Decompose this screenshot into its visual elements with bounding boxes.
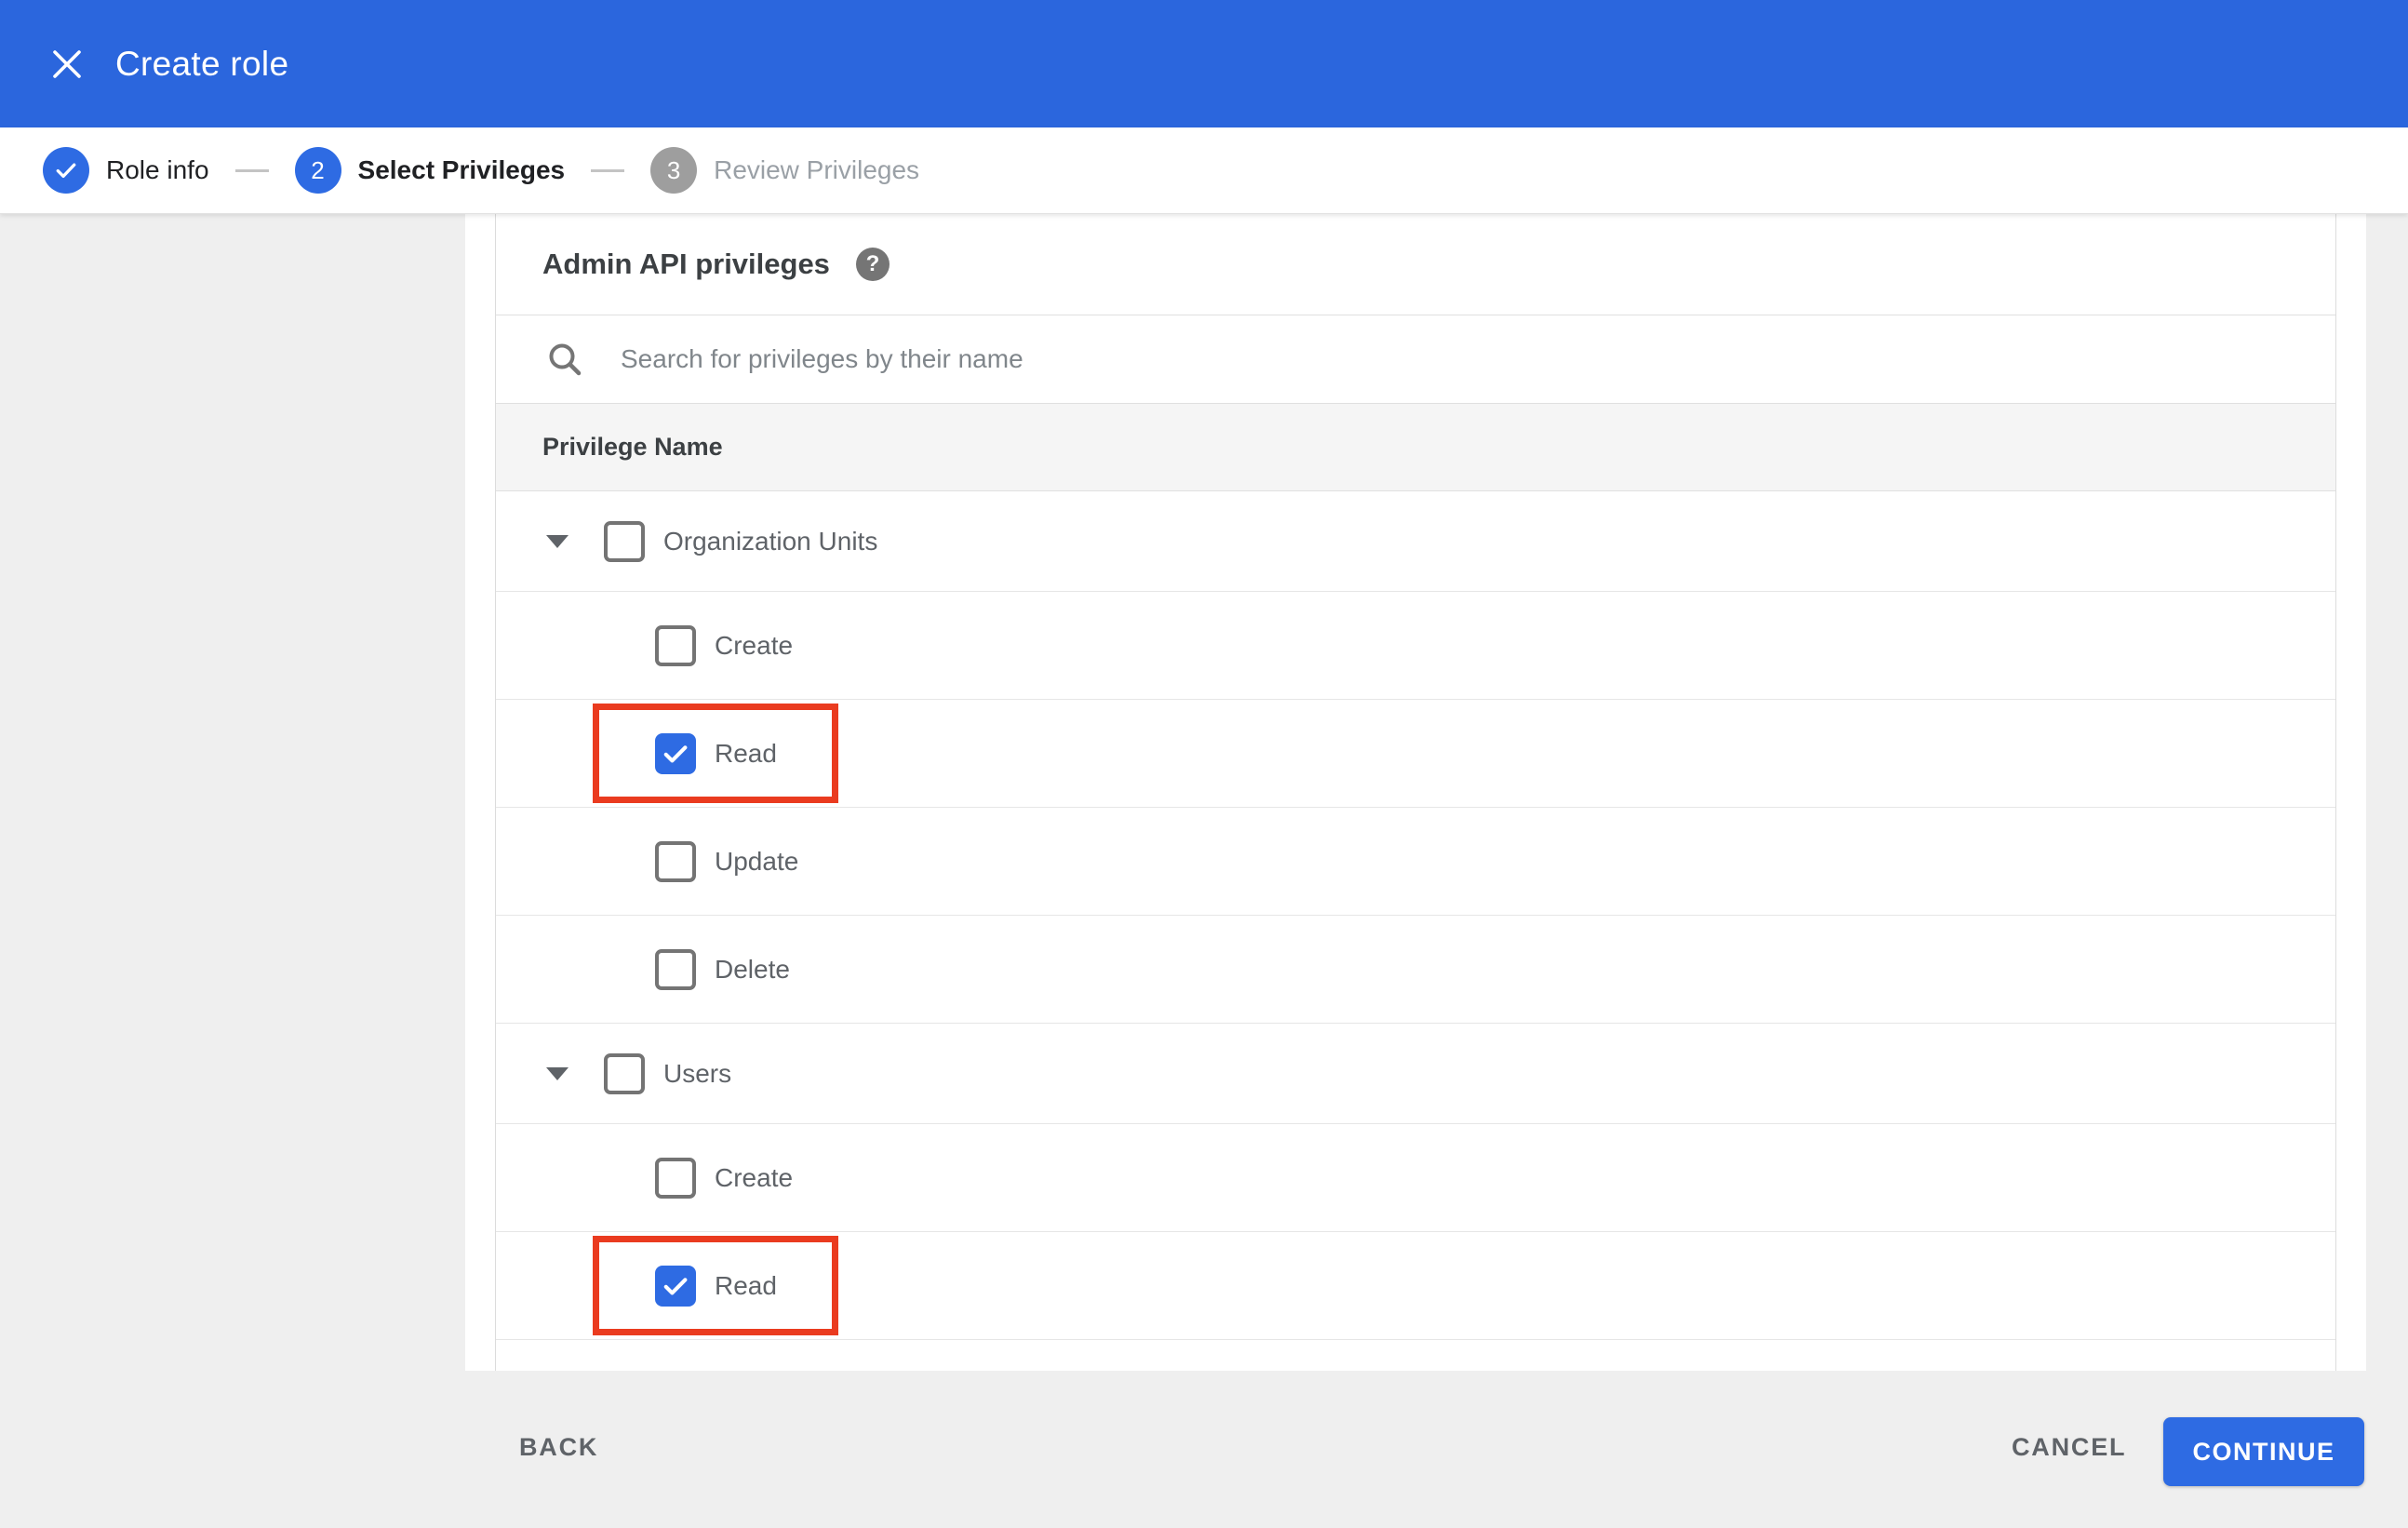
step-review-privileges[interactable]: 3 Review Privileges [650,147,919,194]
search-row [496,315,2335,403]
checkbox-checked[interactable] [655,1265,696,1307]
panel-title: Admin API privileges [542,248,830,280]
check-icon [663,1277,688,1295]
search-icon [549,343,582,376]
privilege-row: Delete [496,916,2335,1024]
privilege-label: Read [715,738,777,768]
step-1-circle [43,147,89,194]
privileges-table: Admin API privileges ? Privilege Name Or… [495,214,2336,1371]
privilege-label: Users [663,1058,732,1088]
privilege-row: Create [496,592,2335,700]
cancel-button[interactable]: CANCEL [2012,1433,2126,1462]
continue-button[interactable]: CONTINUE [2163,1417,2364,1486]
checkbox-unchecked[interactable] [655,1157,696,1199]
privilege-row: Read [496,1232,2335,1340]
back-button[interactable]: BACK [519,1433,598,1462]
privilege-row: Create [496,1124,2335,1232]
privileges-panel: Admin API privileges ? Privilege Name Or… [465,214,2366,1371]
collapse-arrow-icon[interactable] [546,1066,569,1080]
privilege-group-row: Users [496,1024,2335,1124]
step-select-privileges[interactable]: 2 Select Privileges [294,147,566,194]
step-1-label: Role info [106,155,209,184]
check-icon [663,744,688,763]
collapse-arrow-icon[interactable] [546,534,569,548]
stepper: Role info 2 Select Privileges 3 Review P… [0,127,2408,214]
checkbox-unchecked[interactable] [655,840,696,882]
privilege-row: Read [496,700,2335,808]
privilege-group-row: Organization Units [496,491,2335,592]
step-3-circle: 3 [650,147,698,194]
table-header-label: Privilege Name [542,433,723,461]
step-role-info[interactable]: Role info [43,147,209,194]
step-3-label: Review Privileges [714,155,920,184]
privilege-row: Update [496,808,2335,916]
close-icon [53,49,81,78]
privilege-label: Create [715,1162,794,1192]
privilege-label: Create [715,630,794,660]
dialog-title: Create role [115,44,289,83]
step-2-circle: 2 [294,147,341,194]
privilege-rows: Organization Units Create Read Update Delete… [496,491,2335,1340]
checkbox-unchecked[interactable] [604,520,645,562]
close-button[interactable] [37,34,97,94]
checkbox-unchecked[interactable] [655,624,696,666]
table-header-row: Privilege Name [496,403,2335,491]
appbar: Create role [0,0,2408,127]
step-2-label: Select Privileges [357,155,566,184]
panel-title-row: Admin API privileges ? [496,214,2335,315]
step-divider [234,168,269,172]
privilege-label: Organization Units [663,526,878,556]
check-icon [56,163,76,179]
privilege-label: Update [715,846,799,876]
step-divider [591,168,625,172]
search-input[interactable] [621,344,2016,374]
help-icon[interactable]: ? [855,248,890,281]
checkbox-unchecked[interactable] [655,948,696,990]
privilege-label: Delete [715,954,790,984]
checkbox-unchecked[interactable] [604,1052,645,1094]
privilege-label: Read [715,1270,777,1300]
checkbox-checked[interactable] [655,732,696,774]
